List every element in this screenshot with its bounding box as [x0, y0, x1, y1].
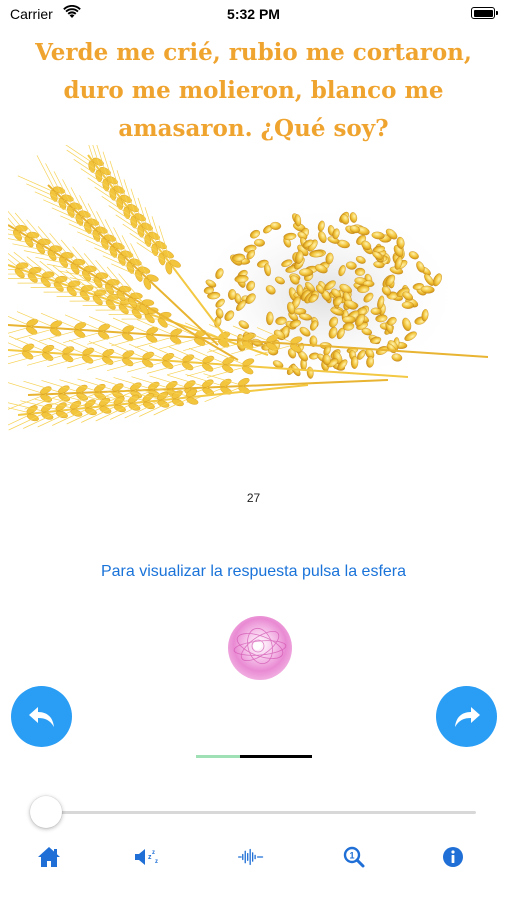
tab-sleep[interactable]: z z z	[133, 844, 161, 870]
waveform-icon	[237, 848, 264, 866]
wheat-illustration	[8, 145, 489, 431]
audio-progress	[196, 755, 312, 758]
riddle-line: amasaron. ¿Qué soy?	[118, 115, 389, 142]
riddle-screen: Carrier 5:32 PM Verde me crié, rubio me …	[0, 0, 507, 900]
tab-search[interactable]: 1	[340, 844, 368, 870]
riddle-number: 27	[246, 491, 261, 505]
home-icon	[38, 847, 60, 867]
speaker-sleep-icon: z z z	[135, 849, 158, 865]
tab-audio[interactable]	[237, 844, 265, 870]
riddle-line: duro me molieron, blanco me	[63, 77, 444, 104]
sphere-swirl-icon	[233, 627, 287, 665]
hint-text: Para visualizar la respuesta pulsa la es…	[100, 563, 407, 580]
status-bar: Carrier 5:32 PM	[0, 0, 507, 30]
next-button[interactable]	[436, 686, 497, 747]
info-icon	[443, 847, 463, 867]
tab-info[interactable]	[439, 844, 467, 870]
riddle-text: Verde me crié, rubio me cortaron, duro m…	[0, 34, 507, 148]
tab-home[interactable]	[35, 844, 63, 870]
riddle-line: Verde me crié, rubio me cortaron,	[35, 39, 472, 66]
svg-text:1: 1	[350, 851, 355, 861]
battery-icon	[471, 7, 498, 19]
svg-text:z: z	[155, 859, 158, 865]
previous-button[interactable]	[11, 686, 72, 747]
slider-thumb[interactable]	[30, 796, 62, 828]
zoom-icon: 1	[343, 846, 365, 868]
svg-text:z: z	[152, 850, 155, 856]
tab-bar: z z z 1	[0, 838, 507, 878]
position-slider[interactable]	[45, 811, 476, 814]
reply-back-icon	[28, 706, 54, 727]
audio-progress-fill	[196, 755, 241, 758]
clock: 5:32 PM	[227, 6, 280, 22]
answer-sphere[interactable]	[228, 616, 292, 680]
reply-forward-icon	[454, 706, 480, 727]
